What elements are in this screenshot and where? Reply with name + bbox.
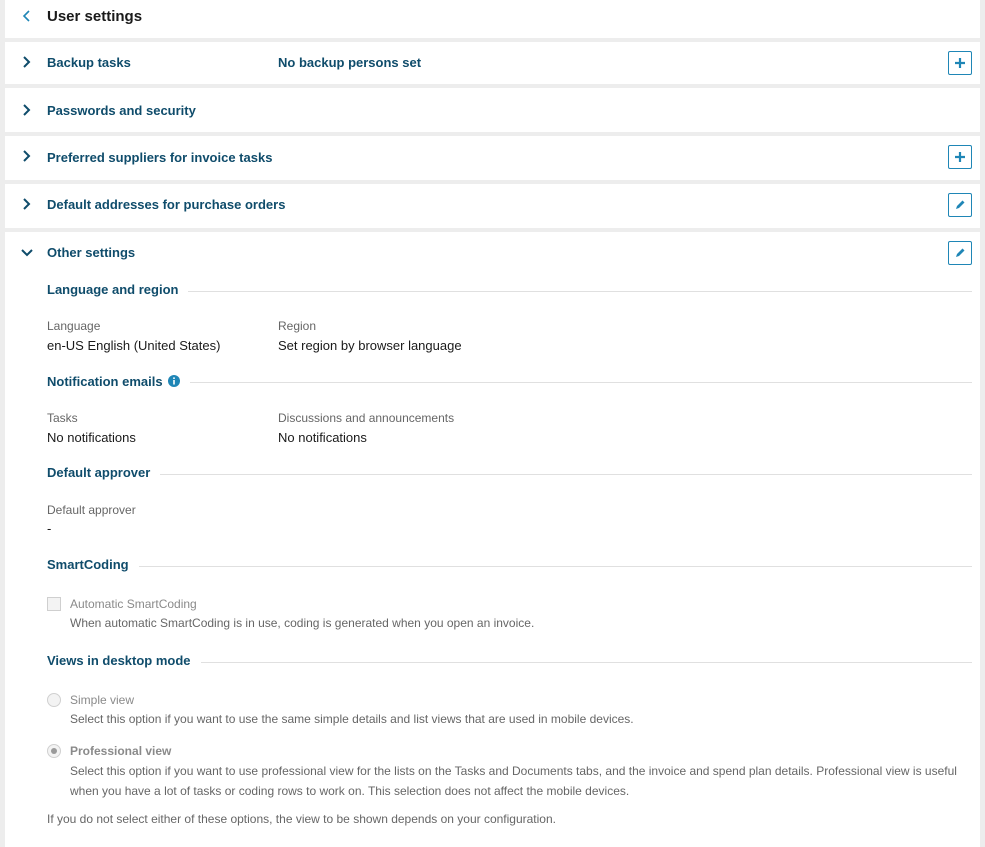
section-backup-tasks[interactable]: Backup tasks No backup persons set <box>5 42 980 84</box>
section-default-addresses[interactable]: Default addresses for purchase orders <box>5 184 980 228</box>
edit-other-settings-button[interactable] <box>948 241 972 265</box>
section-title[interactable]: Other settings <box>47 245 135 260</box>
language-value: en-US English (United States) <box>47 338 221 353</box>
professional-view-description-line2: when you have a lot of tasks or coding r… <box>70 784 630 798</box>
simple-view-radio[interactable] <box>47 693 61 707</box>
default-approver-value: - <box>47 521 52 536</box>
field-label: Language <box>47 319 101 333</box>
automatic-smartcoding-checkbox[interactable] <box>47 597 61 611</box>
section-title[interactable]: Preferred suppliers for invoice tasks <box>47 150 272 165</box>
views-footer-note: If you do not select either of these opt… <box>47 812 556 826</box>
edit-addresses-button[interactable] <box>948 193 972 217</box>
section-preferred-suppliers[interactable]: Preferred suppliers for invoice tasks <box>5 136 980 180</box>
pencil-icon <box>956 248 965 257</box>
field-label: Tasks <box>47 411 78 425</box>
chevron-right-icon[interactable] <box>21 104 33 116</box>
field-label: Default approver <box>47 503 136 517</box>
plus-icon <box>955 152 965 162</box>
radio-selected-dot <box>51 748 57 754</box>
section-other-settings: Other settings Language and region Langu… <box>5 232 980 847</box>
pencil-icon <box>956 200 965 209</box>
chevron-right-icon[interactable] <box>21 198 33 210</box>
subsection-title: SmartCoding <box>47 557 139 572</box>
smartcoding-description: When automatic SmartCoding is in use, co… <box>70 616 535 630</box>
add-backup-button[interactable] <box>948 51 972 75</box>
chevron-right-icon[interactable] <box>21 150 33 162</box>
chevron-right-icon[interactable] <box>21 56 33 68</box>
backup-status: No backup persons set <box>278 55 422 70</box>
plus-icon <box>955 58 965 68</box>
page-header: User settings <box>5 0 980 38</box>
back-chevron-icon[interactable] <box>21 10 33 22</box>
subsection-title-text: Notification emails <box>47 374 163 389</box>
divider <box>47 566 972 567</box>
section-title[interactable]: Backup tasks <box>47 55 131 70</box>
page-title: User settings <box>47 8 143 25</box>
info-icon[interactable] <box>168 375 181 387</box>
chevron-down-icon[interactable] <box>21 247 33 259</box>
section-passwords[interactable]: Passwords and security <box>5 88 980 132</box>
subsection-title: Notification emails <box>47 374 191 389</box>
divider <box>47 474 972 475</box>
subsection-title: Default approver <box>47 465 161 480</box>
field-label: Region <box>278 319 317 333</box>
section-title[interactable]: Default addresses for purchase orders <box>47 197 285 212</box>
add-supplier-button[interactable] <box>948 145 972 169</box>
radio-label[interactable]: Simple view <box>70 693 134 707</box>
professional-view-radio[interactable] <box>47 744 61 758</box>
checkbox-label[interactable]: Automatic SmartCoding <box>70 597 197 611</box>
subsection-title: Language and region <box>47 282 189 297</box>
subsection-title: Views in desktop mode <box>47 653 201 668</box>
region-value: Set region by browser language <box>278 338 462 353</box>
discussions-notification-value: No notifications <box>278 430 367 445</box>
radio-label[interactable]: Professional view <box>70 744 171 758</box>
professional-view-description-line1: Select this option if you want to use pr… <box>70 764 957 778</box>
field-label: Discussions and announcements <box>278 411 455 425</box>
tasks-notification-value: No notifications <box>47 430 136 445</box>
simple-view-description: Select this option if you want to use th… <box>70 712 634 726</box>
section-title[interactable]: Passwords and security <box>47 103 196 118</box>
